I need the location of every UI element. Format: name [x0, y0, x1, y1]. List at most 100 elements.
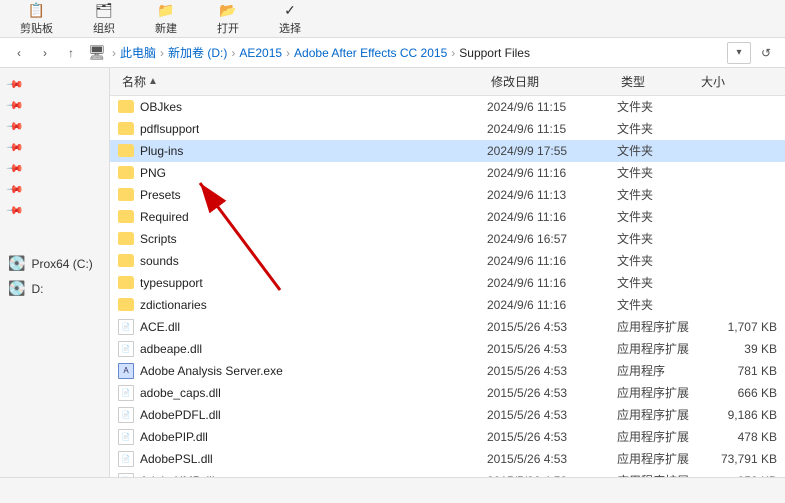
breadcrumb: 🖥 › 此电脑 › 新加卷 (D:) › AE2015 › Adobe Afte… [86, 42, 723, 64]
table-row[interactable]: 📄 AdobePDFL.dll 2015/5/26 4:53 应用程序扩展 9,… [110, 404, 785, 426]
toolbar-new-label: 新建 [155, 20, 177, 36]
file-name: AdobeXMP.dll [140, 474, 215, 478]
breadcrumb-dropdown[interactable]: ▾ [727, 42, 751, 64]
breadcrumb-ae2015[interactable]: AE2015 [239, 46, 282, 60]
file-name-cell: 📄 AdobePSL.dll [118, 451, 487, 467]
table-row[interactable]: OBJkes 2024/9/6 11:15 文件夹 [110, 96, 785, 118]
breadcrumb-support-files: Support Files [459, 46, 530, 60]
file-name: Required [140, 210, 189, 224]
file-type: 文件夹 [617, 164, 697, 181]
table-row[interactable]: A Adobe Analysis Server.exe 2015/5/26 4:… [110, 360, 785, 382]
table-row[interactable]: sounds 2024/9/6 11:16 文件夹 [110, 250, 785, 272]
clipboard-icon: 📋 [28, 2, 45, 19]
folder-icon [118, 188, 134, 201]
sort-arrow-name: ▲ [148, 76, 158, 87]
toolbar-organize[interactable]: 🗂 组织 [83, 0, 125, 38]
dll-icon: 📄 [118, 319, 134, 335]
table-row[interactable]: Plug-ins 2024/9/9 17:55 文件夹 [110, 140, 785, 162]
pin-icon: 📌 [5, 96, 24, 115]
file-date: 2024/9/6 11:16 [487, 298, 617, 312]
table-row[interactable]: 📄 adbeape.dll 2015/5/26 4:53 应用程序扩展 39 K… [110, 338, 785, 360]
file-name-cell: Presets [118, 188, 487, 202]
back-button[interactable]: ‹ [8, 42, 30, 64]
folder-icon [118, 276, 134, 289]
file-date: 2015/5/26 4:53 [487, 474, 617, 478]
table-row[interactable]: 📄 AdobePSL.dll 2015/5/26 4:53 应用程序扩展 73,… [110, 448, 785, 470]
sidebar-pinned-2[interactable]: 📌 [0, 95, 109, 116]
up-button[interactable]: ↑ [60, 42, 82, 64]
folder-icon [118, 298, 134, 311]
toolbar-clipboard-label: 剪贴板 [20, 20, 53, 36]
pin-icon: 📌 [5, 117, 24, 136]
table-row[interactable]: pdflsupport 2024/9/6 11:15 文件夹 [110, 118, 785, 140]
pin-icon: 📌 [5, 159, 24, 178]
table-row[interactable]: PNG 2024/9/6 11:16 文件夹 [110, 162, 785, 184]
file-name-cell: Required [118, 210, 487, 224]
sidebar-pinned-6[interactable]: 📌 [0, 179, 109, 200]
file-name-cell: 📄 ACE.dll [118, 319, 487, 335]
folder-icon [118, 122, 134, 135]
toolbar: 📋 剪贴板 🗂 组织 📁 新建 📂 打开 ✓ 选择 [0, 0, 785, 38]
table-row[interactable]: typesupport 2024/9/6 11:16 文件夹 [110, 272, 785, 294]
sidebar-pinned-3[interactable]: 📌 [0, 116, 109, 137]
breadcrumb-drive[interactable]: 新加卷 (D:) [168, 44, 227, 61]
file-date: 2024/9/6 11:16 [487, 210, 617, 224]
file-name-cell: 📄 adobe_caps.dll [118, 385, 487, 401]
table-row[interactable]: Presets 2024/9/6 11:13 文件夹 [110, 184, 785, 206]
file-name-cell: pdflsupport [118, 122, 487, 136]
file-name: AdobePSL.dll [140, 452, 213, 466]
pin-icon: 📌 [5, 180, 24, 199]
col-header-name[interactable]: 名称 ▲ [118, 71, 487, 92]
file-date: 2015/5/26 4:53 [487, 452, 617, 466]
refresh-button[interactable]: ↺ [755, 42, 777, 64]
file-type: 应用程序扩展 [617, 340, 697, 357]
file-date: 2024/9/6 11:16 [487, 276, 617, 290]
toolbar-select[interactable]: ✓ 选择 [269, 0, 311, 38]
folder-icon [118, 210, 134, 223]
col-header-type[interactable]: 类型 [617, 71, 697, 92]
file-date: 2024/9/6 16:57 [487, 232, 617, 246]
breadcrumb-ae-app[interactable]: Adobe After Effects CC 2015 [294, 46, 447, 60]
col-header-modified[interactable]: 修改日期 [487, 71, 617, 92]
file-date: 2015/5/26 4:53 [487, 408, 617, 422]
sidebar-pinned-5[interactable]: 📌 [0, 158, 109, 179]
pin-icon: 📌 [5, 201, 24, 220]
table-row[interactable]: 📄 AdobeXMP.dll 2015/5/26 4:53 应用程序扩展 958… [110, 470, 785, 477]
folder-icon [118, 254, 134, 267]
new-icon: 📁 [157, 2, 174, 19]
table-row[interactable]: 📄 ACE.dll 2015/5/26 4:53 应用程序扩展 1,707 KB [110, 316, 785, 338]
table-row[interactable]: 📄 AdobePIP.dll 2015/5/26 4:53 应用程序扩展 478… [110, 426, 785, 448]
sidebar-drive-c[interactable]: 💽 Prox64 (C:) [0, 251, 109, 276]
toolbar-clipboard[interactable]: 📋 剪贴板 [10, 0, 63, 38]
sidebar-drive-c-label: Prox64 (C:) [31, 257, 92, 271]
dll-icon: 📄 [118, 407, 134, 423]
table-row[interactable]: zdictionaries 2024/9/6 11:16 文件夹 [110, 294, 785, 316]
breadcrumb-this-pc[interactable]: 此电脑 [120, 44, 156, 61]
table-row[interactable]: Scripts 2024/9/6 16:57 文件夹 [110, 228, 785, 250]
file-name-cell: Plug-ins [118, 144, 487, 158]
select-icon: ✓ [284, 2, 296, 19]
col-header-size[interactable]: 大小 [697, 71, 777, 92]
sidebar-pinned-7[interactable]: 📌 [0, 200, 109, 221]
toolbar-open[interactable]: 📂 打开 [207, 0, 249, 38]
sidebar-pinned-1[interactable]: 📌 [0, 74, 109, 95]
home-icon[interactable]: 🖥 [86, 42, 108, 64]
drive-icon: 💽 [8, 255, 25, 272]
status-bar [0, 477, 785, 503]
sidebar-drive-d[interactable]: 💽 D: [0, 276, 109, 301]
toolbar-new[interactable]: 📁 新建 [145, 0, 187, 38]
file-type: 应用程序扩展 [617, 384, 697, 401]
folder-icon [118, 232, 134, 245]
folder-icon [118, 166, 134, 179]
forward-button[interactable]: › [34, 42, 56, 64]
table-row[interactable]: Required 2024/9/6 11:16 文件夹 [110, 206, 785, 228]
file-date: 2024/9/9 17:55 [487, 144, 617, 158]
file-name-cell: OBJkes [118, 100, 487, 114]
file-type: 应用程序扩展 [617, 450, 697, 467]
file-type: 文件夹 [617, 142, 697, 159]
pin-icon: 📌 [5, 75, 24, 94]
file-name-cell: A Adobe Analysis Server.exe [118, 363, 487, 379]
sidebar-pinned-4[interactable]: 📌 [0, 137, 109, 158]
file-size: 666 KB [697, 386, 777, 400]
table-row[interactable]: 📄 adobe_caps.dll 2015/5/26 4:53 应用程序扩展 6… [110, 382, 785, 404]
